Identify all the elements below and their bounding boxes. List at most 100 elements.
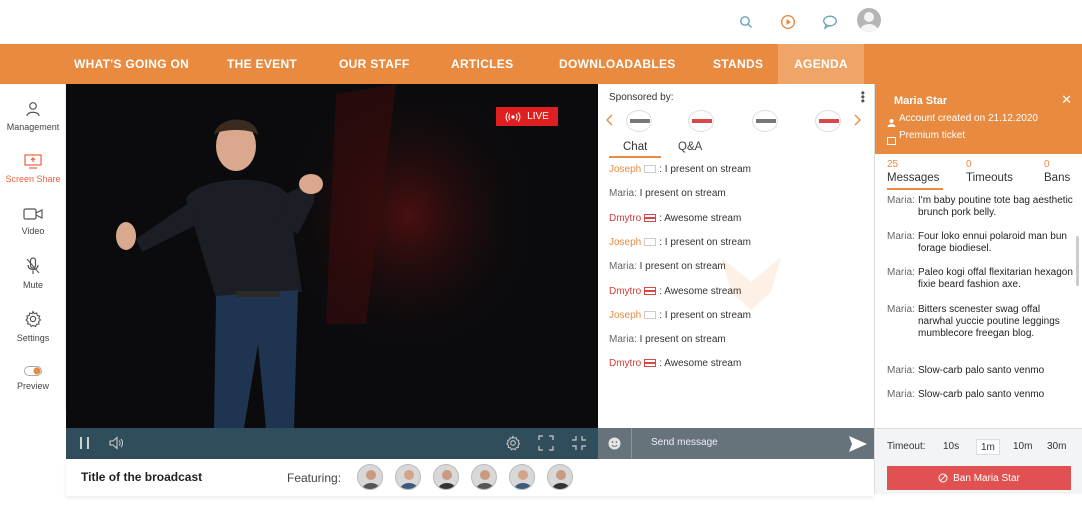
chevron-left-icon[interactable] <box>606 113 614 131</box>
featuring-label: Featuring: <box>287 471 342 485</box>
user-avatar[interactable] <box>857 8 881 32</box>
user-icon <box>0 101 66 119</box>
timeout-option-1m[interactable]: 1m <box>976 439 1000 455</box>
sidebar-item-preview[interactable]: Preview <box>0 366 66 391</box>
flag-icon <box>644 311 657 320</box>
active-tab-indicator <box>609 156 661 158</box>
microphone-icon <box>0 257 66 277</box>
chat-bubble-icon[interactable] <box>820 12 840 32</box>
sponsor-logo[interactable] <box>752 110 778 132</box>
message-text: I'm baby poutine tote bag aesthetic brun… <box>918 195 1073 218</box>
fullscreen-icon[interactable] <box>538 435 554 456</box>
timeout-option-30m[interactable]: 30m <box>1043 439 1070 455</box>
featured-speaker-avatar[interactable] <box>433 464 459 490</box>
video-controls <box>66 428 598 459</box>
message-username: Maria: <box>887 231 915 242</box>
sponsor-logo[interactable] <box>815 110 841 132</box>
sidebar-item-label: Mute <box>22 280 43 290</box>
tab-qa[interactable]: Q&A <box>678 141 702 153</box>
message-username: Maria: <box>887 304 915 315</box>
nav-item-agenda[interactable]: AGENDA <box>778 44 864 84</box>
video-camera-icon <box>0 207 66 223</box>
chat-message: Joseph : I present on stream <box>609 164 751 175</box>
ban-user-button[interactable]: Ban Maria Star <box>887 466 1071 490</box>
chat-username[interactable]: Joseph <box>609 164 641 175</box>
chat-username[interactable]: Joseph <box>609 237 641 248</box>
ban-button-label: Ban Maria Star <box>953 472 1020 484</box>
featured-speaker-avatar[interactable] <box>395 464 421 490</box>
nav-item-our-staff[interactable]: OUR STAFF <box>339 44 409 84</box>
nav-item-whats-going-on[interactable]: WHAT'S GOING ON <box>74 44 189 84</box>
play-circle-icon[interactable] <box>778 12 798 32</box>
message-text: Slow-carb palo santo venmo <box>918 365 1045 376</box>
sidebar-item-screen-share[interactable]: Screen Share <box>0 154 66 184</box>
nav-item-stands[interactable]: STANDS <box>713 44 763 84</box>
chat-username[interactable]: Maria: <box>609 261 637 272</box>
chat-text: I present on stream <box>639 261 726 272</box>
sidebar-item-video[interactable]: Video <box>0 207 66 236</box>
minimize-icon[interactable] <box>571 435 587 456</box>
video-player[interactable] <box>66 84 598 428</box>
sponsor-logo[interactable] <box>688 110 714 132</box>
emoji-icon[interactable] <box>598 428 632 459</box>
nav-item-downloadables[interactable]: DOWNLOADABLES <box>559 44 676 84</box>
message-username: Maria: <box>887 389 915 400</box>
featured-speaker-avatar[interactable] <box>357 464 383 490</box>
message-text: Paleo kogi offal flexitarian hexagon fix… <box>918 267 1073 290</box>
sidebar-item-label: Preview <box>16 381 49 391</box>
message-text: Four loko ennui polaroid man bun forage … <box>918 231 1067 254</box>
nav-item-articles[interactable]: ARTICLES <box>451 44 513 84</box>
bans-count: 0 <box>1044 159 1050 170</box>
screen-share-icon <box>0 154 66 171</box>
chat-message: Joseph : I present on stream <box>609 310 751 321</box>
tab-chat[interactable]: Chat <box>623 141 647 153</box>
video-settings-icon[interactable] <box>505 435 521 456</box>
message-input[interactable]: Send message <box>651 437 718 448</box>
chat-username[interactable]: Maria: <box>609 188 637 199</box>
moderation-actions: Timeout: 10s 1m 10m 30m Ban Maria Star <box>875 428 1082 494</box>
video-frame <box>66 84 598 428</box>
tab-bans[interactable]: Bans <box>1044 172 1070 184</box>
volume-icon[interactable] <box>108 436 124 455</box>
flag-icon <box>644 165 657 174</box>
user-profile-header: Maria Star ✕ Account created on 21.12.20… <box>875 84 1082 154</box>
message-username: Maria: <box>887 365 915 376</box>
send-icon[interactable] <box>848 434 868 454</box>
sponsor-logo[interactable] <box>626 110 652 132</box>
tab-timeouts[interactable]: Timeouts <box>966 172 1013 184</box>
chat-input-bar: Send message <box>598 428 874 459</box>
chevron-right-icon[interactable] <box>853 113 861 131</box>
ticket-icon <box>887 132 896 150</box>
live-label: LIVE <box>527 111 549 122</box>
timeout-option-10s[interactable]: 10s <box>939 439 963 455</box>
sidebar-item-settings[interactable]: Settings <box>0 310 66 343</box>
chat-username[interactable]: Joseph <box>609 310 641 321</box>
sidebar-item-management[interactable]: Management <box>0 101 66 132</box>
more-options-icon[interactable]: • • • <box>861 87 865 107</box>
featured-speaker-avatar[interactable] <box>509 464 535 490</box>
search-icon[interactable] <box>736 12 756 32</box>
chat-username[interactable]: Maria: <box>609 334 637 345</box>
flag-icon <box>644 238 657 247</box>
timeout-option-10m[interactable]: 10m <box>1009 439 1036 455</box>
sidebar-item-label: Video <box>21 226 45 236</box>
chat-username[interactable]: Dmytro <box>609 286 641 297</box>
ticket-type: Premium ticket <box>899 130 966 141</box>
featured-speaker-avatar[interactable] <box>471 464 497 490</box>
chat-panel: Sponsored by: • • • Chat Q&A Joseph: I pre… <box>598 84 874 428</box>
chat-text: : I present on stream <box>659 164 751 175</box>
message-text: Bitters scenester swag offal narwhal yuc… <box>918 304 1060 339</box>
toggle-icon <box>0 366 66 378</box>
tab-messages[interactable]: Messages <box>887 172 939 184</box>
featured-speaker-avatar[interactable] <box>547 464 573 490</box>
scrollbar[interactable] <box>1076 236 1079 286</box>
sidebar-item-label: Screen Share <box>5 174 61 184</box>
close-icon[interactable]: ✕ <box>1061 92 1072 108</box>
sidebar-item-mute[interactable]: Mute <box>0 257 66 290</box>
nav-item-the-event[interactable]: THE EVENT <box>227 44 297 84</box>
chat-text: : I present on stream <box>659 310 751 321</box>
chat-username[interactable]: Dmytro <box>609 213 641 224</box>
chat-username[interactable]: Dmytro <box>609 358 641 369</box>
chat-message: Dmytro: Awesome stream <box>609 358 741 369</box>
pause-icon[interactable] <box>78 436 92 455</box>
